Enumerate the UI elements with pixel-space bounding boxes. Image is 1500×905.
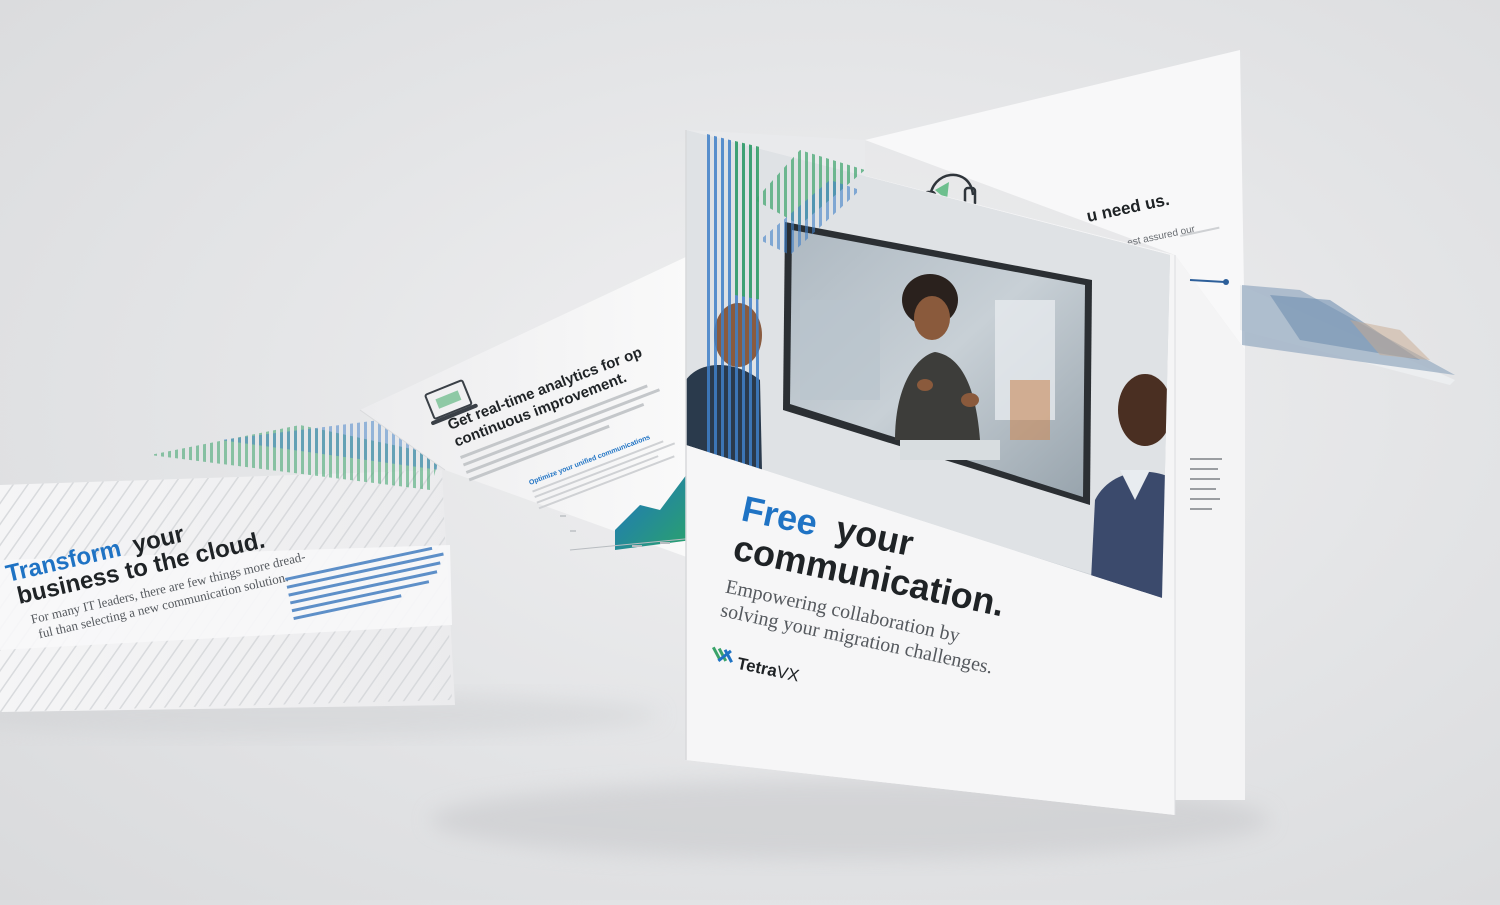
- scene-svg: Get real-time analytics for op continuou…: [0, 50, 1455, 860]
- brochure-mockup-scene: Get real-time analytics for op continuou…: [0, 0, 1500, 900]
- front-cover-panel: Free your communication. Empowering coll…: [685, 130, 1176, 815]
- left-brochure-spread: Get real-time analytics for op continuou…: [0, 255, 696, 712]
